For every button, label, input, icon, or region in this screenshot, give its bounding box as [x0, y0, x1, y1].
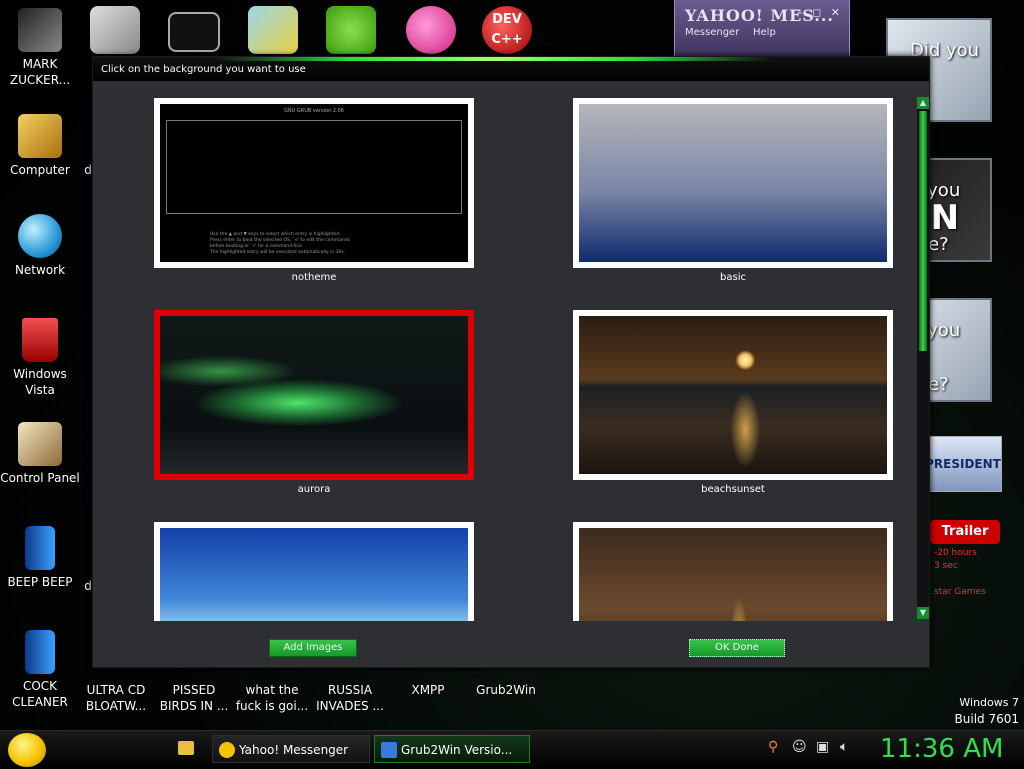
aurora-preview [160, 316, 468, 474]
desktop-icon-control-panel[interactable]: Control Panel [0, 422, 80, 486]
trailer-button[interactable]: Trailer [930, 520, 1000, 544]
desktop-icon-label: Network [14, 263, 66, 277]
add-images-button[interactable]: Add Images [269, 639, 357, 657]
grub-help-text: Use the ▲ and ▼ keys to select which ent… [210, 232, 350, 256]
titlebar-glow [213, 57, 773, 61]
background-option-aurora[interactable]: aurora [154, 310, 474, 498]
desktop-icon-mark-zucker[interactable]: MARK ZUCKER... [0, 8, 80, 88]
volume-icon[interactable]: 🔈︎ [840, 739, 848, 755]
taskbar-item-label: Grub2Win Versio... [401, 743, 513, 757]
command-prompt-icon[interactable] [168, 12, 220, 52]
background-grid: GNU GRUB version 2.06 Use the ▲ and ▼ ke… [93, 81, 917, 621]
desktop-icon-windows-vista[interactable]: Windows Vista [0, 318, 80, 398]
desktop-icon-label: ULTRA CD BLOATW... [85, 683, 147, 713]
background-option-desert[interactable] [154, 522, 474, 621]
window-controls-icon[interactable]: – ◻ ✕ [797, 6, 843, 19]
background-name: basic [720, 272, 746, 283]
thumbnail-frame[interactable] [573, 310, 893, 480]
desktop-icon-xmpp[interactable]: XMPP [388, 682, 468, 698]
desktop-icon-label: Control Panel [0, 471, 80, 485]
desktop-icon-cock-cleaner[interactable]: COCK CLEANER [0, 630, 80, 710]
vertical-scrollbar[interactable]: ▲ ▼ [917, 97, 929, 619]
thumbnail-frame-selected[interactable] [154, 310, 474, 480]
stack-app-icon[interactable] [248, 6, 298, 54]
background-name: notheme [291, 272, 337, 283]
desktop-icon-label: Windows Vista [13, 367, 67, 397]
dialog-titlebar[interactable]: Click on the background you want to use [93, 57, 929, 81]
desktop-icon-label: Grub2Win [476, 683, 536, 697]
grub-header: GNU GRUB version 2.06 [284, 108, 344, 114]
desktop-icon-grub2win[interactable]: Grub2Win [466, 682, 546, 698]
grub-menu-box [166, 120, 462, 214]
search-icon[interactable]: ⚲ [768, 739, 778, 755]
taskbar-clock[interactable]: 11:36 AM [880, 734, 1003, 764]
beachsunset-preview [579, 316, 887, 474]
desktop-icon-label: XMPP [411, 683, 445, 697]
desktop-icon-label: COCK CLEANER [12, 679, 68, 709]
recycle-bin-icon [22, 318, 58, 362]
desktop-icon-ultra-cd[interactable]: ULTRA CD BLOATW... [76, 682, 156, 714]
notheme-preview: GNU GRUB version 2.06 Use the ▲ and ▼ ke… [160, 104, 468, 262]
background-chooser-dialog: Click on the background you want to use … [92, 56, 930, 668]
windows-build: Build 7601 [954, 712, 1019, 726]
windows-version: Windows 7 [959, 696, 1019, 709]
grub-help-line: The highlighted entry will be executed a… [210, 250, 346, 255]
gadget-source: star Games [934, 587, 986, 597]
thumbnail-frame[interactable] [573, 522, 893, 621]
countdown-secs: 3 sec [934, 561, 958, 571]
yahoo-messenger-window[interactable]: YAHOO! MES... Messenger Help – ◻ ✕ [674, 0, 850, 57]
desktop-icon-label: MARK ZUCKER... [9, 57, 71, 87]
desktop-icon-label: what the fuck is goi... [235, 683, 309, 713]
taskbar: Yahoo! Messenger Grub2Win Versio... ⚲ ☺ … [0, 730, 1024, 769]
taskbar-item-grub2win[interactable]: Grub2Win Versio... [374, 735, 530, 763]
ok-done-button[interactable]: OK Done [689, 639, 785, 657]
dialog-title: Click on the background you want to use [101, 64, 306, 75]
background-option-notheme[interactable]: GNU GRUB version 2.06 Use the ▲ and ▼ ke… [154, 98, 474, 286]
desktop-icon-label: RUSSIA INVADES ... [316, 683, 384, 713]
background-option-beachsunset[interactable]: beachsunset [573, 310, 893, 498]
paris-preview [579, 528, 887, 621]
start-orb-smiley-icon[interactable] [8, 733, 46, 767]
yahoo-menu-help[interactable]: Help [753, 27, 776, 38]
app-shortcut-icon [25, 630, 55, 674]
scrollbar-thumb[interactable] [919, 111, 927, 351]
thumbnail-frame[interactable]: GNU GRUB version 2.06 Use the ▲ and ▼ ke… [154, 98, 474, 268]
desktop-icon-network[interactable]: Network [0, 214, 80, 278]
yahoo-smiley-icon [219, 742, 235, 758]
countdown-hours: -20 hours [934, 548, 977, 558]
network-tray-icon[interactable]: ▣ [816, 739, 829, 755]
thumbnail-frame[interactable] [154, 522, 474, 621]
p-app-icon[interactable] [406, 6, 456, 54]
desktop-icon-russia[interactable]: RUSSIA INVADES ... [310, 682, 390, 714]
desktop-icon-what-the[interactable]: what the fuck is goi... [232, 682, 312, 714]
yahoo-menu-messenger[interactable]: Messenger [685, 27, 739, 38]
network-globe-icon [18, 214, 62, 258]
devcpp-icon-text: DEV C++ [491, 12, 523, 47]
computer-icon [18, 114, 62, 158]
basic-preview [579, 104, 887, 262]
devcpp-icon[interactable]: DEV C++ [482, 6, 532, 54]
background-option-basic[interactable]: basic [573, 98, 893, 286]
background-name: beachsunset [701, 484, 765, 495]
thumbnail-frame[interactable] [573, 98, 893, 268]
control-panel-icon [18, 422, 62, 466]
document-icon[interactable] [90, 6, 140, 54]
desktop-icon-label: PISSED BIRDS IN ... [159, 683, 229, 713]
background-name: aurora [297, 484, 331, 495]
folder-quicklaunch-icon[interactable] [178, 741, 194, 755]
desktop-icon-pissed-birds[interactable]: PISSED BIRDS IN ... [154, 682, 234, 714]
app-shortcut-icon [25, 526, 55, 570]
background-option-paris[interactable] [573, 522, 893, 621]
angry-birds-icon[interactable] [326, 6, 376, 54]
folder-person-icon [18, 8, 62, 52]
desert-preview [160, 528, 468, 621]
scroll-down-arrow-icon[interactable]: ▼ [917, 607, 929, 619]
messenger-tray-icon[interactable]: ☺ [792, 739, 807, 755]
taskbar-item-yahoo[interactable]: Yahoo! Messenger [212, 735, 370, 763]
president-badge[interactable]: PRESIDENT [924, 436, 1002, 492]
grub2win-icon [381, 742, 397, 758]
taskbar-item-label: Yahoo! Messenger [239, 743, 349, 757]
scroll-up-arrow-icon[interactable]: ▲ [917, 97, 929, 109]
